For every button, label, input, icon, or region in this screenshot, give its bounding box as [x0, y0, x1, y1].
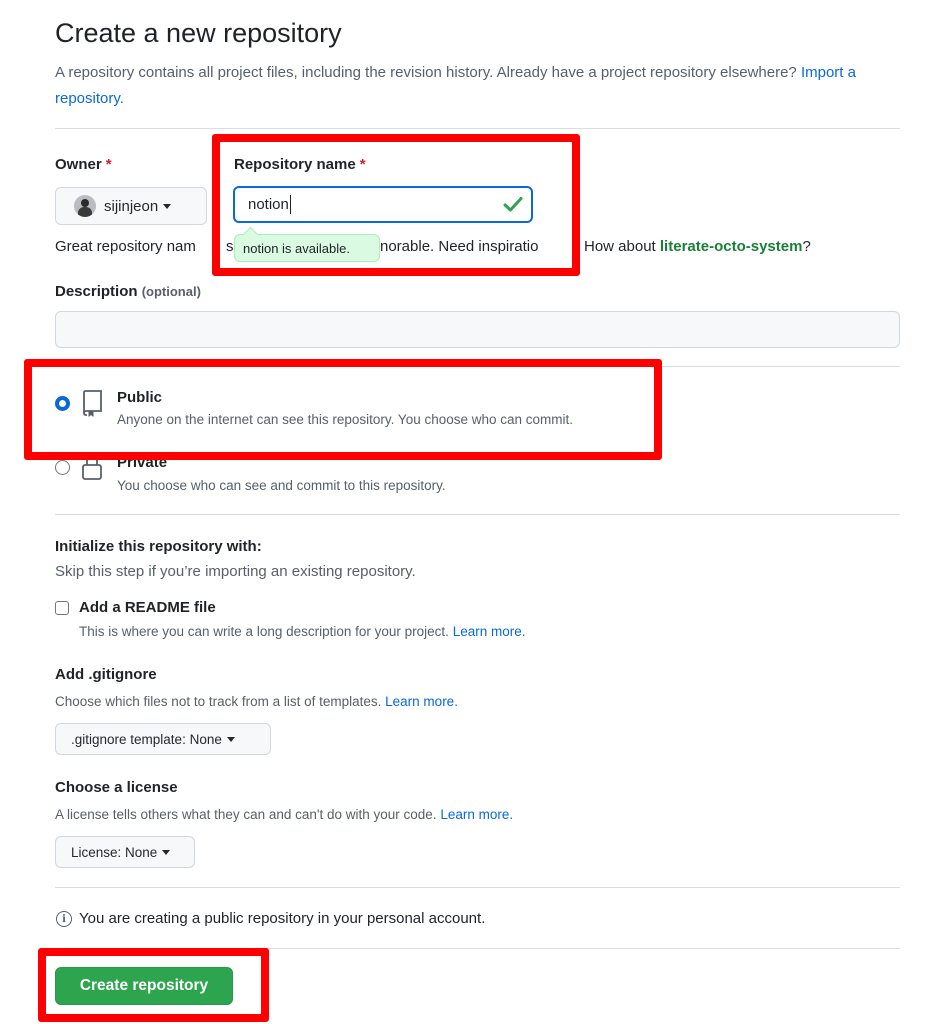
gitignore-template-select[interactable]: .gitignore template: None [55, 723, 271, 755]
repository-name-label: Repository name * [234, 156, 366, 173]
public-radio[interactable] [55, 396, 70, 411]
name-hint-middle: norable. Need inspiratio [380, 238, 539, 255]
readme-checkbox[interactable] [55, 601, 69, 615]
chevron-down-icon [226, 736, 235, 742]
name-hint-fragment: s [226, 238, 234, 255]
license-description: A license tells others what they can and… [55, 807, 513, 822]
account-notice: You are creating a public repository in … [79, 910, 486, 927]
readme-label[interactable]: Add a README file [79, 599, 216, 616]
description-label-text: Description [55, 283, 138, 300]
owner-label-text: Owner [55, 156, 102, 173]
suggestion-end: ? [802, 238, 811, 255]
suggestion-prefix: How about [584, 238, 656, 255]
license-description-text: A license tells others what they can and… [55, 807, 437, 822]
license-learn-more-link[interactable]: Learn more. [440, 807, 513, 822]
chevron-down-icon [162, 849, 171, 855]
page-subtitle: A repository contains all project files,… [55, 60, 875, 112]
gitignore-select-label: .gitignore template: None [71, 731, 222, 747]
owner-label: Owner * [55, 156, 112, 173]
suggested-repository-name[interactable]: literate-octo-system [660, 238, 803, 255]
description-input[interactable] [55, 311, 900, 348]
availability-tooltip: notion is available. [234, 234, 380, 262]
repository-name-label-text: Repository name [234, 156, 356, 173]
divider [55, 366, 900, 367]
readme-description: This is where you can write a long descr… [79, 624, 525, 639]
divider [55, 514, 900, 515]
private-description: You choose who can see and commit to thi… [117, 478, 446, 493]
public-description: Anyone on the internet can see this repo… [117, 412, 574, 427]
gitignore-description-text: Choose which files not to track from a l… [55, 694, 382, 709]
description-label: Description (optional) [55, 283, 201, 300]
license-select[interactable]: License: None [55, 836, 195, 868]
license-select-label: License: None [71, 844, 158, 860]
owner-dropdown[interactable]: sijinjeon [55, 187, 207, 225]
text-cursor [289, 195, 291, 214]
readme-description-text: This is where you can write a long descr… [79, 624, 449, 639]
lock-icon [82, 455, 102, 480]
divider [55, 887, 900, 888]
private-label[interactable]: Private [117, 454, 167, 471]
name-hint-start: Great repository nam [55, 238, 196, 255]
repository-name-required-mark: * [359, 156, 366, 173]
page-title: Create a new repository [55, 18, 342, 48]
owner-required-mark: * [105, 156, 112, 173]
check-icon [503, 197, 523, 212]
private-radio[interactable] [55, 460, 70, 475]
gitignore-heading: Add .gitignore [55, 666, 157, 683]
info-icon: i [56, 911, 72, 927]
subtitle-text: A repository contains all project files,… [55, 64, 797, 81]
avatar [74, 195, 96, 217]
highlight-box-public [24, 359, 662, 460]
gitignore-description: Choose which files not to track from a l… [55, 694, 458, 709]
initialize-heading: Initialize this repository with: [55, 538, 262, 555]
divider [55, 948, 900, 949]
repository-name-input[interactable]: notion [233, 186, 533, 223]
repo-icon [83, 390, 102, 417]
chevron-down-icon [163, 203, 172, 209]
gitignore-learn-more-link[interactable]: Learn more. [385, 694, 458, 709]
owner-username: sijinjeon [104, 197, 159, 215]
license-heading: Choose a license [55, 779, 178, 796]
description-optional: (optional) [141, 284, 201, 299]
create-repository-button[interactable]: Create repository [55, 967, 233, 1005]
repository-name-value: notion [248, 196, 289, 213]
public-label[interactable]: Public [117, 389, 162, 406]
name-hint-suggestion: How about literate-octo-system? [584, 238, 811, 255]
initialize-subtext: Skip this step if you’re importing an ex… [55, 563, 416, 580]
divider [55, 128, 900, 129]
readme-learn-more-link[interactable]: Learn more. [453, 624, 526, 639]
